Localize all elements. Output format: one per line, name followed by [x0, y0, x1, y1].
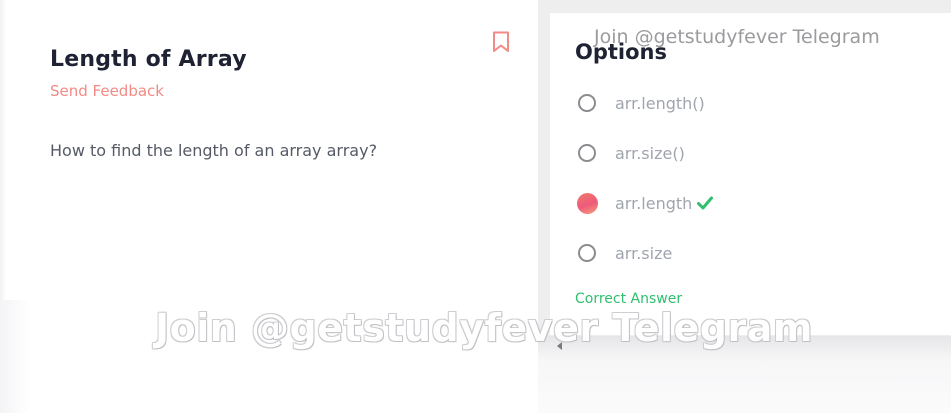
bookmark-icon[interactable]	[492, 31, 510, 53]
option-label: arr.size()	[615, 143, 685, 163]
option-3[interactable]: arr.length	[575, 190, 714, 216]
option-4[interactable]: arr.size	[575, 240, 672, 266]
option-1[interactable]: arr.length()	[575, 90, 705, 116]
option-label: arr.length	[615, 193, 693, 213]
radio-unselected-icon[interactable]	[578, 244, 596, 262]
radio-unselected-icon[interactable]	[578, 94, 596, 112]
panel-shadow-bottom	[0, 300, 30, 413]
question-text: How to find the length of an array array…	[50, 141, 378, 160]
problem-title: Length of Array	[50, 47, 247, 72]
watermark-bottom: Join @getstudyfever Telegram	[155, 306, 813, 350]
radio-unselected-icon[interactable]	[578, 144, 596, 162]
check-icon	[697, 196, 714, 210]
radio-selected-icon[interactable]	[577, 192, 598, 214]
option-label: arr.size	[615, 243, 673, 263]
watermark-top: Join @getstudyfever Telegram	[594, 26, 880, 48]
option-2[interactable]: arr.size()	[575, 140, 685, 166]
option-label: arr.length()	[615, 93, 705, 113]
correct-answer-label: Correct Answer	[575, 291, 683, 307]
send-feedback-link[interactable]: Send Feedback	[50, 82, 164, 100]
